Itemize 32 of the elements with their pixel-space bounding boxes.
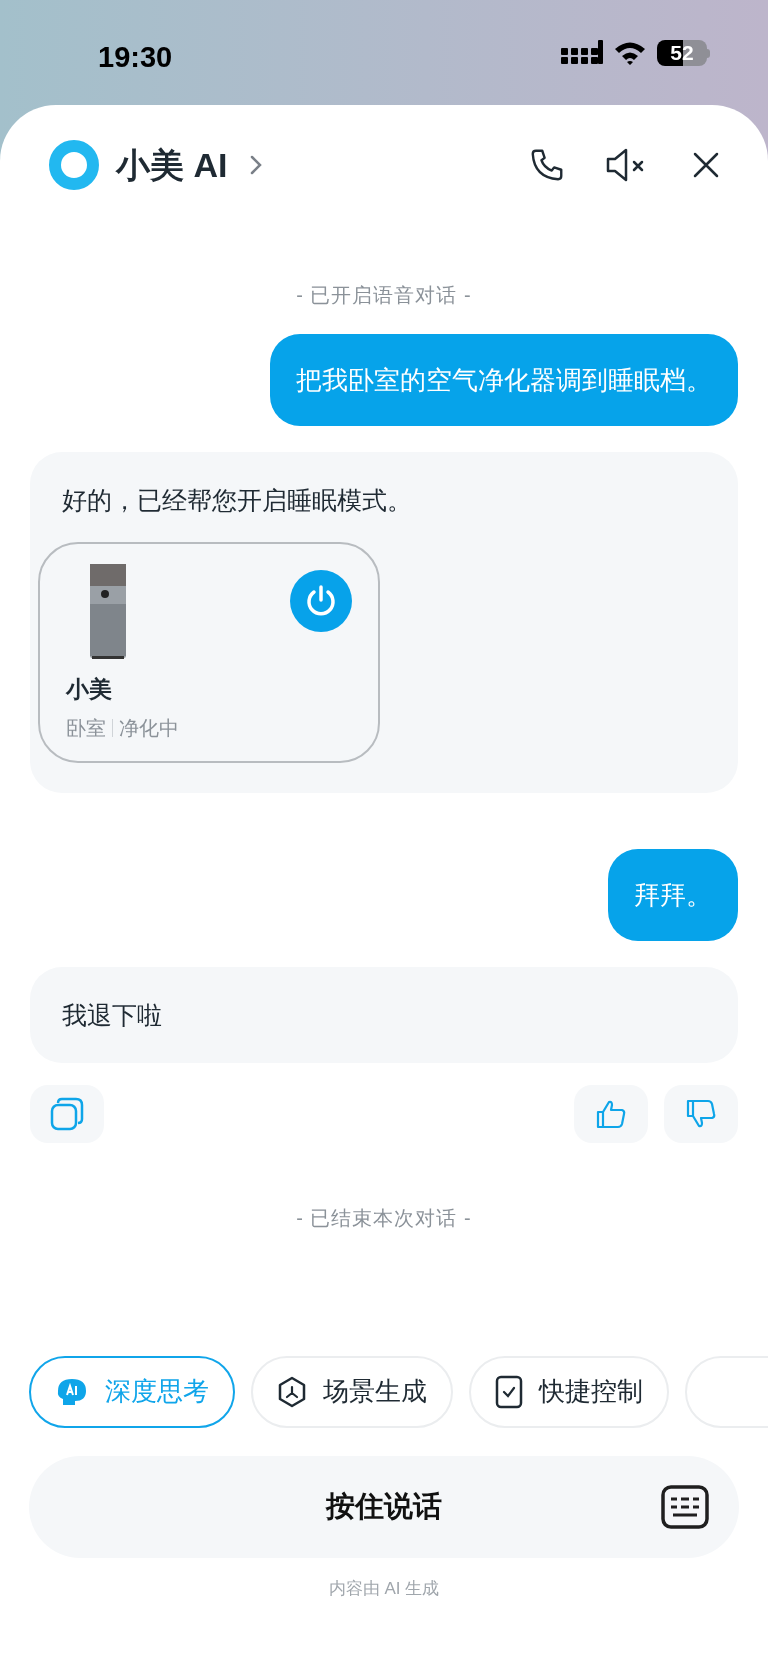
power-icon [304, 584, 338, 618]
conversation-notice: - 已结束本次对话 - [296, 1206, 472, 1231]
feature-chip[interactable]: 场景生成 [251, 1355, 453, 1428]
ai-disclaimer: 内容由 AI 生成 [328, 1577, 440, 1600]
signal-icon [561, 40, 603, 66]
close-icon[interactable] [692, 151, 720, 179]
conversation-notice: - 已开启语音对话 - [296, 283, 472, 308]
status-time: 19:30 [98, 40, 173, 75]
like-button[interactable] [574, 1085, 648, 1143]
dislike-button[interactable] [664, 1085, 738, 1143]
ai-head-icon [55, 1376, 89, 1407]
device-room: 卧室 [66, 715, 106, 741]
user-message: 把我卧室的空气净化器调到睡眠档。 [270, 334, 738, 426]
device-name: 小美 [66, 675, 113, 704]
device-status: 净化中 [119, 715, 179, 741]
thumbs-down-icon [686, 1099, 716, 1129]
keyboard-icon[interactable] [661, 1484, 709, 1529]
copy-icon [50, 1097, 84, 1131]
wifi-icon [613, 40, 647, 66]
assistant-title: 小美 AI [116, 144, 228, 186]
hexagon-icon [277, 1375, 307, 1408]
device-card[interactable]: 小美 卧室 净化中 [38, 542, 380, 763]
hold-to-talk-button[interactable]: 按住说话 [29, 1455, 739, 1558]
copy-button[interactable] [30, 1085, 104, 1143]
checklist-icon [495, 1374, 523, 1409]
user-message: 拜拜。 [608, 849, 738, 941]
chevron-right-icon[interactable] [249, 154, 264, 176]
thumbs-up-icon [596, 1099, 626, 1129]
logo-icon [48, 139, 100, 191]
assistant-message: 我退下啦 [62, 1000, 163, 1031]
assistant-message: 好的，已经帮您开启睡眠模式。 [62, 485, 413, 516]
feature-chip[interactable]: 快捷控制 [469, 1355, 669, 1428]
